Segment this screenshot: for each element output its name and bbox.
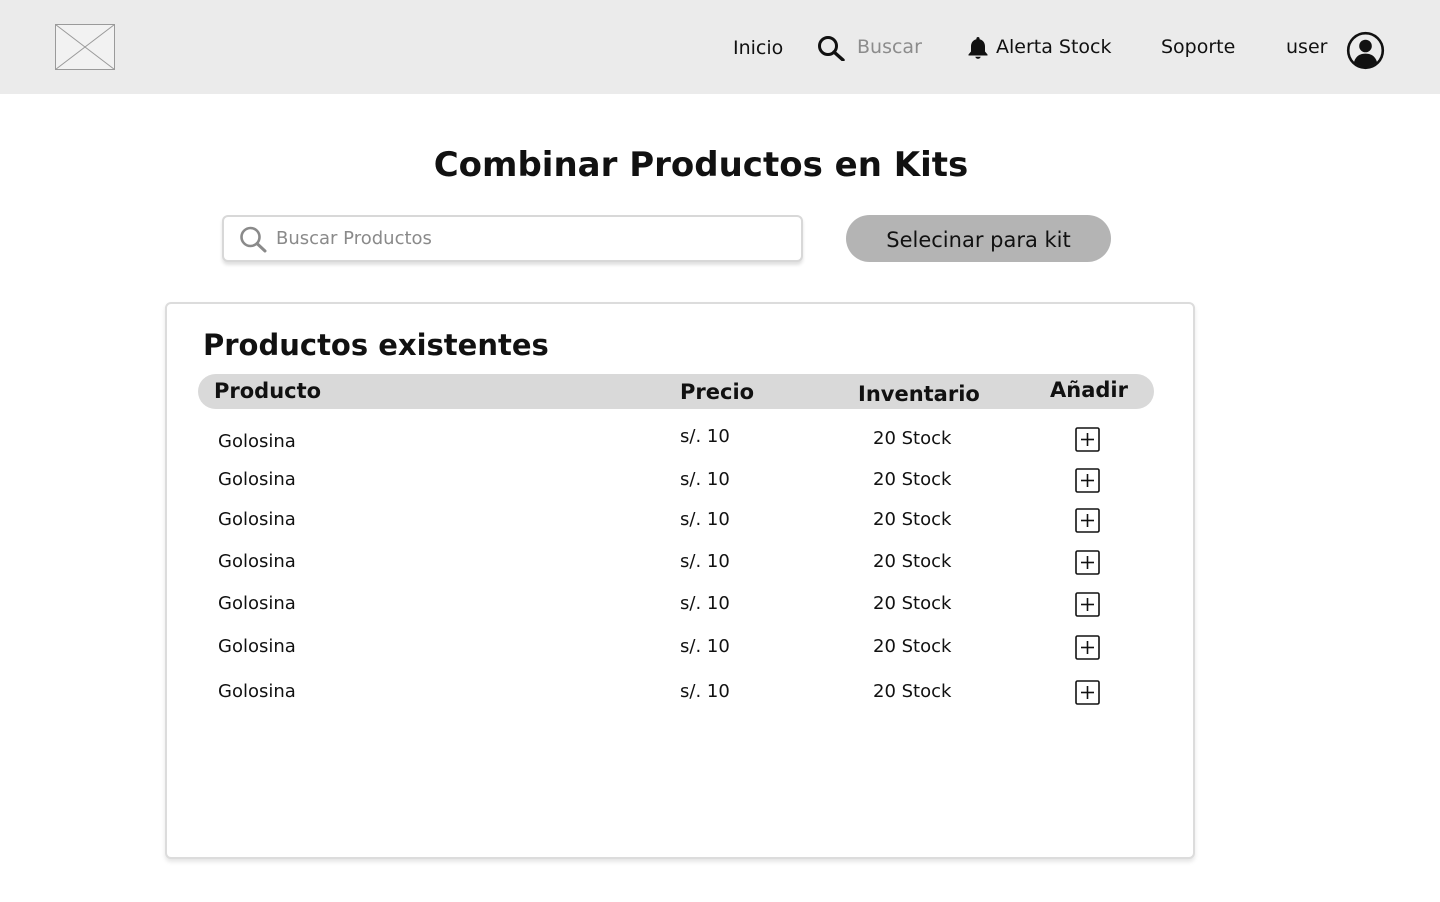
plus-square-icon[interactable] [1075, 635, 1100, 660]
plus-square-icon[interactable] [1075, 550, 1100, 575]
plus-square-icon[interactable] [1075, 427, 1100, 452]
table-row: Golosina s/. 10 20 Stock [167, 423, 1193, 457]
logo-placeholder-icon[interactable] [55, 24, 115, 70]
top-navigation-bar: Inicio Buscar Alerta Stock Soporte user [0, 0, 1440, 94]
cell-producto: Golosina [218, 636, 296, 657]
nav-search-field[interactable]: Buscar [857, 34, 922, 60]
cell-inventario: 20 Stock [873, 469, 952, 490]
search-placeholder: Buscar Productos [276, 228, 432, 249]
column-header-inventario: Inventario [858, 382, 980, 406]
nav-alerta-stock-link[interactable]: Alerta Stock [996, 34, 1112, 60]
table-row: Golosina s/. 10 20 Stock [167, 630, 1193, 664]
cell-precio: s/. 10 [680, 636, 730, 657]
nav-soporte-link[interactable]: Soporte [1161, 34, 1235, 60]
table-row: Golosina s/. 10 20 Stock [167, 545, 1193, 579]
table-header: Producto Precio Inventario Añadir [198, 374, 1154, 409]
select-for-kit-button[interactable]: Selecinar para kit [846, 215, 1111, 262]
plus-square-icon[interactable] [1075, 680, 1100, 705]
cell-precio: s/. 10 [680, 509, 730, 530]
search-icon [240, 226, 267, 253]
panel-title: Productos existentes [203, 328, 549, 362]
cell-precio: s/. 10 [680, 551, 730, 572]
user-circle-icon[interactable] [1346, 31, 1385, 70]
cell-inventario: 20 Stock [873, 509, 952, 530]
cell-producto: Golosina [218, 509, 296, 530]
table-row: Golosina s/. 10 20 Stock [167, 587, 1193, 621]
cell-producto: Golosina [218, 593, 296, 614]
column-header-producto: Producto [214, 379, 322, 403]
plus-square-icon[interactable] [1075, 468, 1100, 493]
cell-producto: Golosina [218, 469, 296, 490]
cell-precio: s/. 10 [680, 593, 730, 614]
cell-producto: Golosina [218, 431, 296, 452]
cell-inventario: 20 Stock [873, 551, 952, 572]
column-header-precio: Precio [680, 380, 755, 404]
cell-inventario: 20 Stock [873, 428, 952, 449]
cell-inventario: 20 Stock [873, 636, 952, 657]
table-row: Golosina s/. 10 20 Stock [167, 463, 1193, 497]
cell-producto: Golosina [218, 551, 296, 572]
cell-precio: s/. 10 [680, 681, 730, 702]
plus-square-icon[interactable] [1075, 592, 1100, 617]
cell-precio: s/. 10 [680, 426, 730, 447]
existing-products-panel: Productos existentes Producto Precio Inv… [165, 302, 1195, 859]
cell-producto: Golosina [218, 681, 296, 702]
bell-icon[interactable] [965, 35, 991, 61]
cell-inventario: 20 Stock [873, 593, 952, 614]
plus-square-icon[interactable] [1075, 508, 1100, 533]
page-title: Combinar Productos en Kits [433, 145, 969, 185]
column-header-anadir: Añadir [1050, 378, 1128, 402]
cell-precio: s/. 10 [680, 469, 730, 490]
table-row: Golosina s/. 10 20 Stock [167, 675, 1193, 709]
cell-inventario: 20 Stock [873, 681, 952, 702]
table-row: Golosina s/. 10 20 Stock [167, 503, 1193, 537]
search-icon[interactable] [816, 35, 846, 61]
nav-inicio-link[interactable]: Inicio [733, 35, 783, 61]
product-search-input[interactable]: Buscar Productos [222, 215, 803, 262]
nav-user-label[interactable]: user [1286, 34, 1327, 60]
